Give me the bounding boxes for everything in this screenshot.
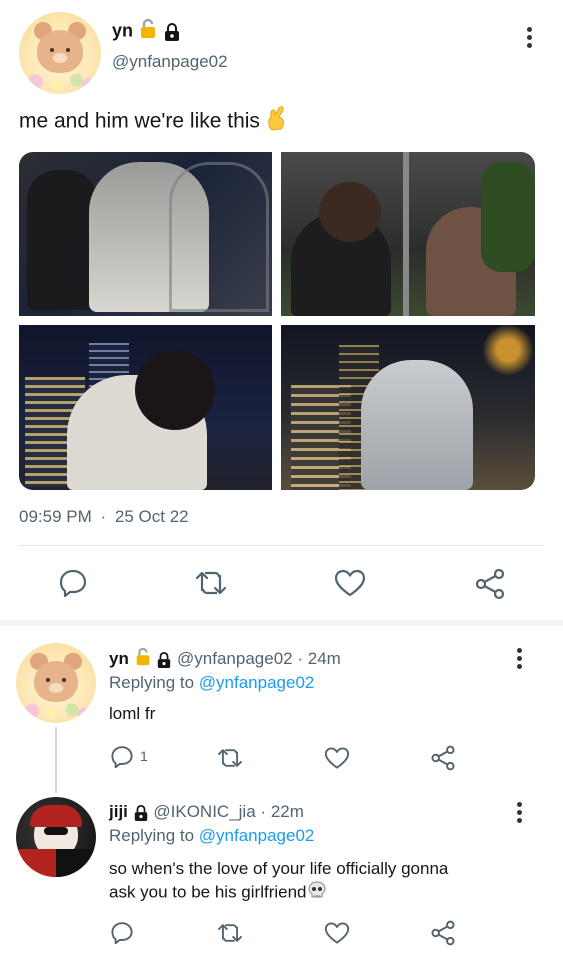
reply-header[interactable]: yn @ynfanpage02 · 24m	[109, 647, 341, 671]
divider	[19, 545, 544, 546]
author-handle[interactable]: @ynfanpage02	[112, 52, 228, 72]
reply-age: 24m	[307, 648, 341, 668]
skull-emoji-icon	[307, 880, 327, 906]
more-icon[interactable]	[517, 802, 523, 823]
reply-handle[interactable]: @ynfanpage02	[177, 649, 293, 668]
retweet-icon	[218, 749, 242, 767]
reply-text-line-2: ask you to be his girlfriend	[109, 882, 307, 902]
section-divider	[0, 620, 563, 626]
reply-age: 22m	[270, 802, 304, 821]
reply-count: 1	[140, 748, 148, 764]
share-button[interactable]	[430, 745, 456, 771]
retweet-button[interactable]	[195, 569, 227, 597]
tweet-text-row: me and him we're like this	[19, 106, 288, 138]
reply-text: loml fr	[109, 704, 156, 723]
reply-avatar[interactable]	[16, 643, 96, 723]
reply-icon	[59, 569, 87, 597]
retweet-icon	[218, 924, 242, 942]
reply-author-name[interactable]: jiji	[109, 802, 128, 821]
reply-button[interactable]	[110, 920, 134, 944]
author-name[interactable]: yn	[112, 20, 133, 40]
reply-icon	[111, 922, 133, 944]
like-icon	[334, 569, 366, 597]
reply-icon	[111, 746, 133, 768]
reply-separator: ·	[260, 802, 267, 821]
reply-author-name[interactable]: yn	[109, 649, 129, 668]
replying-prefix: Replying to	[109, 826, 195, 845]
lock-emoji-icon	[134, 647, 152, 671]
retweet-button[interactable]	[217, 747, 243, 769]
replying-to-row: Replying to @ynfanpage02	[109, 826, 314, 846]
like-button[interactable]	[324, 921, 350, 945]
tweet-photo-3[interactable]	[19, 325, 272, 490]
retweet-icon	[195, 571, 227, 595]
reply-text-line-2-row: ask you to be his girlfriend	[109, 880, 549, 906]
share-button[interactable]	[474, 568, 506, 600]
lock-icon	[156, 650, 172, 670]
author-avatar[interactable]	[19, 12, 101, 94]
reply-separator: ·	[297, 648, 304, 668]
tweet-timestamp[interactable]: 09:59 PM · 25 Oct 22	[19, 507, 189, 527]
like-icon	[324, 747, 350, 769]
reply-header[interactable]: jiji @IKONIC_jia · 22m	[109, 802, 304, 823]
reply-button[interactable]: 1	[110, 744, 148, 768]
like-button[interactable]	[334, 568, 366, 598]
tweet-photo-1[interactable]	[19, 152, 272, 316]
replying-to-row: Replying to @ynfanpage02	[109, 673, 314, 693]
more-icon[interactable]	[527, 27, 533, 48]
date-separator: ·	[100, 507, 107, 526]
tweet-date: 25 Oct 22	[114, 507, 189, 526]
like-button[interactable]	[324, 746, 350, 770]
tweet-time: 09:59 PM	[19, 507, 92, 526]
tweet-photo-4[interactable]	[281, 325, 535, 490]
reply-handle[interactable]: @IKONIC_jia	[153, 802, 255, 821]
reply-avatar[interactable]	[16, 797, 96, 877]
retweet-button[interactable]	[217, 922, 243, 944]
replying-to-link[interactable]: @ynfanpage02	[199, 673, 315, 692]
thread-line	[55, 727, 57, 793]
tweet-text: me and him we're like this	[19, 109, 260, 133]
lock-icon	[163, 21, 181, 42]
more-icon[interactable]	[517, 648, 523, 669]
crossed-fingers-emoji-icon	[266, 106, 288, 138]
lock-emoji-icon	[138, 18, 158, 44]
share-icon	[475, 568, 505, 600]
share-button[interactable]	[430, 920, 456, 946]
share-icon	[431, 920, 455, 946]
tweet-photo-2[interactable]	[281, 152, 535, 316]
author-name-row[interactable]: yn	[112, 18, 181, 44]
reply-text: so when's the love of your life official…	[109, 857, 549, 906]
reply-text-line-1: so when's the love of your life official…	[109, 859, 449, 878]
lock-icon	[133, 803, 149, 823]
share-icon	[431, 745, 455, 771]
replying-prefix: Replying to	[109, 673, 195, 692]
like-icon	[324, 922, 350, 944]
replying-to-link[interactable]: @ynfanpage02	[199, 826, 315, 845]
reply-button[interactable]	[58, 567, 88, 597]
